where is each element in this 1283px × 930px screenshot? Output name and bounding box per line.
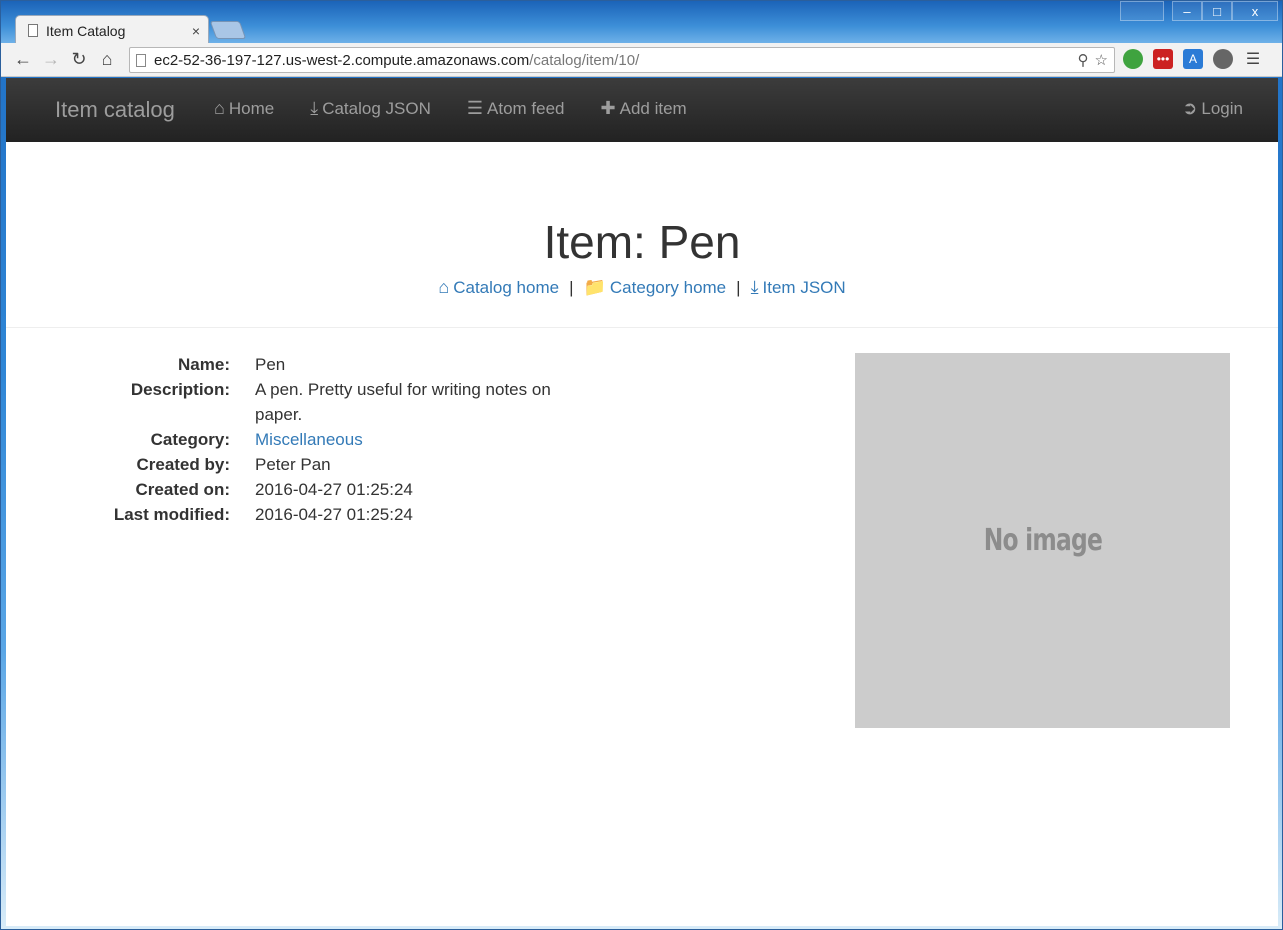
home-icon: ⌂ <box>438 277 450 297</box>
nav-add-item-link[interactable]: ✚ Add item <box>601 98 687 119</box>
translate-extension-icon[interactable]: A <box>1183 49 1203 69</box>
browser-window: Item Catalog × – □ x ← → ↻ ⌂ ec2-52-36-1… <box>0 0 1283 930</box>
tab-close-icon[interactable]: × <box>192 23 200 39</box>
category-home-link[interactable]: 📁 Category home <box>583 277 726 298</box>
detail-row-created-by: Created by: Peter Pan <box>6 452 646 477</box>
catalog-home-label: Catalog home <box>453 277 560 297</box>
web-page: Item catalog ⌂ Home ⤓ Catalog JSON ☰ Ato… <box>6 78 1278 926</box>
nav-home-label: Home <box>228 98 275 118</box>
download-icon: ⤓ <box>310 98 319 118</box>
list-icon: ☰ <box>466 98 484 118</box>
site-navbar: Item catalog ⌂ Home ⤓ Catalog JSON ☰ Ato… <box>6 78 1278 142</box>
detail-row-description: Description: A pen. Pretty useful for wr… <box>6 377 646 427</box>
browser-tab[interactable]: Item Catalog × <box>15 15 209 45</box>
close-window-button[interactable]: x <box>1232 1 1278 21</box>
item-details: Name: Pen Description: A pen. Pretty use… <box>6 352 646 527</box>
nav-catalog-json-label: Catalog JSON <box>322 98 431 118</box>
catalog-home-link[interactable]: ⌂ Catalog home <box>438 277 559 298</box>
detail-value: Peter Pan <box>255 455 331 474</box>
detail-label: Last modified: <box>113 505 230 524</box>
browser-toolbar: ← → ↻ ⌂ ec2-52-36-197-127.us-west-2.comp… <box>1 43 1282 77</box>
page-icon <box>28 24 38 37</box>
nav-home-link[interactable]: ⌂ Home <box>214 98 274 119</box>
detail-row-name: Name: Pen <box>6 352 646 377</box>
breadcrumb-separator: | <box>736 277 741 297</box>
detail-value: 2016-04-27 01:25:24 <box>255 505 413 524</box>
item-content: Name: Pen Description: A pen. Pretty use… <box>6 328 1278 928</box>
nav-atom-feed-link[interactable]: ☰ Atom feed <box>467 98 565 119</box>
item-json-label: Item JSON <box>762 277 846 297</box>
detail-label: Category: <box>150 430 230 449</box>
login-icon: ➲ <box>1182 98 1198 118</box>
zoom-icon[interactable]: ⚲ <box>1078 51 1089 69</box>
reload-icon[interactable]: ↻ <box>65 46 93 74</box>
detail-label: Created by: <box>136 455 230 474</box>
detail-row-created-on: Created on: 2016-04-27 01:25:24 <box>6 477 646 502</box>
nav-login-link[interactable]: ➲ Login <box>1182 98 1243 119</box>
minimize-button[interactable]: – <box>1172 1 1202 21</box>
bookmark-star-icon[interactable]: ☆ <box>1095 51 1108 69</box>
profile-button[interactable] <box>1120 1 1164 21</box>
site-brand[interactable]: Item catalog <box>55 97 175 123</box>
home-icon[interactable]: ⌂ <box>93 46 121 74</box>
url-path: /catalog/item/10/ <box>529 51 640 69</box>
detail-value: Pen <box>255 355 286 374</box>
forward-icon[interactable]: → <box>37 46 65 74</box>
nav-catalog-json-link[interactable]: ⤓ Catalog JSON <box>310 98 431 119</box>
home-icon: ⌂ <box>214 98 225 118</box>
menu-icon[interactable]: ☰ <box>1243 49 1263 69</box>
address-bar[interactable]: ec2-52-36-197-127.us-west-2.compute.amaz… <box>129 47 1115 73</box>
nav-login-label: Login <box>1201 98 1243 118</box>
window-controls: – □ x <box>1120 1 1278 21</box>
title-bar: Item Catalog × – □ x <box>1 1 1282 45</box>
extension-icons: ••• A ☰ <box>1123 49 1263 69</box>
back-icon[interactable]: ← <box>9 46 37 74</box>
category-home-label: Category home <box>609 277 727 297</box>
detail-row-category: Category: Miscellaneous <box>6 427 646 452</box>
lightbulb-extension-icon[interactable] <box>1213 49 1233 69</box>
detail-row-last-modified: Last modified: 2016-04-27 01:25:24 <box>6 502 646 527</box>
detail-label: Name: <box>178 355 230 374</box>
page-info-icon[interactable] <box>136 53 146 67</box>
detail-label: Created on: <box>135 480 230 499</box>
category-link[interactable]: Miscellaneous <box>255 427 575 452</box>
nav-atom-feed-label: Atom feed <box>487 98 565 118</box>
lastpass-extension-icon[interactable]: ••• <box>1153 49 1173 69</box>
detail-value: A pen. Pretty useful for writing notes o… <box>255 380 551 424</box>
item-json-link[interactable]: ⤓ Item JSON <box>751 277 846 298</box>
detail-value: 2016-04-27 01:25:24 <box>255 480 413 499</box>
detail-label: Description: <box>130 380 230 399</box>
nav-links: ⌂ Home ⤓ Catalog JSON ☰ Atom feed ✚ Add … <box>214 98 723 119</box>
no-image-text: No image <box>983 523 1102 558</box>
url-host: ec2-52-36-197-127.us-west-2.compute.amaz… <box>154 51 530 69</box>
page-title: Item: Pen <box>543 216 741 268</box>
plus-icon: ✚ <box>600 98 616 118</box>
item-image-placeholder: No image <box>855 353 1230 728</box>
folder-icon: 📁 <box>583 277 606 297</box>
maximize-button[interactable]: □ <box>1202 1 1232 21</box>
page-header: Item: Pen ⌂ Catalog home | 📁 Category ho… <box>6 142 1278 328</box>
tab-title: Item Catalog <box>46 22 126 39</box>
download-icon: ⤓ <box>750 277 759 297</box>
breadcrumb-separator: | <box>569 277 574 297</box>
evernote-extension-icon[interactable] <box>1123 49 1143 69</box>
breadcrumb: ⌂ Catalog home | 📁 Category home | ⤓ Ite… <box>6 277 1278 298</box>
new-tab-button[interactable] <box>209 21 247 39</box>
nav-add-item-label: Add item <box>619 98 687 118</box>
